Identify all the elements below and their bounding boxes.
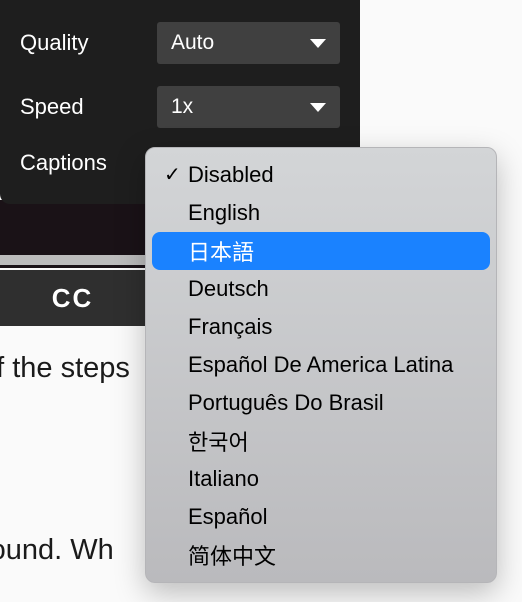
captions-dropdown: ✓Disabled English 日本語 Deutsch Français Españo… bbox=[145, 147, 497, 583]
captions-label: Captions bbox=[20, 150, 107, 176]
divider bbox=[0, 255, 145, 265]
captions-option[interactable]: Deutsch bbox=[152, 270, 490, 308]
captions-option[interactable]: Español De America Latina bbox=[152, 346, 490, 384]
captions-option-label: Español bbox=[188, 504, 268, 530]
quality-row: Quality Auto bbox=[20, 22, 340, 64]
captions-option-label: 한국어 bbox=[188, 425, 249, 457]
chevron-down-icon bbox=[310, 39, 326, 48]
cc-badge: CC bbox=[52, 283, 94, 314]
speed-value: 1x bbox=[171, 95, 193, 119]
speed-label: Speed bbox=[20, 94, 84, 120]
captions-option-label: Español De America Latina bbox=[188, 352, 453, 378]
captions-option[interactable]: English bbox=[152, 194, 490, 232]
background-text-line-1: of the steps bbox=[0, 352, 130, 385]
captions-option-label: English bbox=[188, 200, 260, 226]
background-text-line-2: round. Wh bbox=[0, 534, 114, 567]
captions-option[interactable]: Español bbox=[152, 498, 490, 536]
captions-option[interactable]: 한국어 bbox=[152, 422, 490, 460]
quality-select[interactable]: Auto bbox=[157, 22, 340, 64]
captions-option-label: Português Do Brasil bbox=[188, 390, 384, 416]
quality-label: Quality bbox=[20, 30, 88, 56]
captions-option-label: 日本語 bbox=[188, 235, 254, 267]
captions-option[interactable]: Italiano bbox=[152, 460, 490, 498]
captions-option[interactable]: ✓Disabled bbox=[152, 156, 490, 194]
captions-option-label: Disabled bbox=[188, 162, 274, 188]
captions-option-label: Deutsch bbox=[188, 276, 269, 302]
check-icon: ✓ bbox=[164, 165, 188, 185]
captions-option-label: 简体中文 bbox=[188, 539, 276, 571]
speed-row: Speed 1x bbox=[20, 86, 340, 128]
captions-option[interactable]: Português Do Brasil bbox=[152, 384, 490, 422]
captions-option[interactable]: 简体中文 bbox=[152, 536, 490, 574]
speed-select[interactable]: 1x bbox=[157, 86, 340, 128]
captions-option-label: Italiano bbox=[188, 466, 259, 492]
captions-option[interactable]: 日本語 bbox=[152, 232, 490, 270]
cc-badge-bar[interactable]: CC bbox=[0, 270, 145, 326]
captions-option[interactable]: Français bbox=[152, 308, 490, 346]
captions-option-label: Français bbox=[188, 314, 272, 340]
quality-value: Auto bbox=[171, 31, 214, 55]
chevron-down-icon bbox=[310, 103, 326, 112]
